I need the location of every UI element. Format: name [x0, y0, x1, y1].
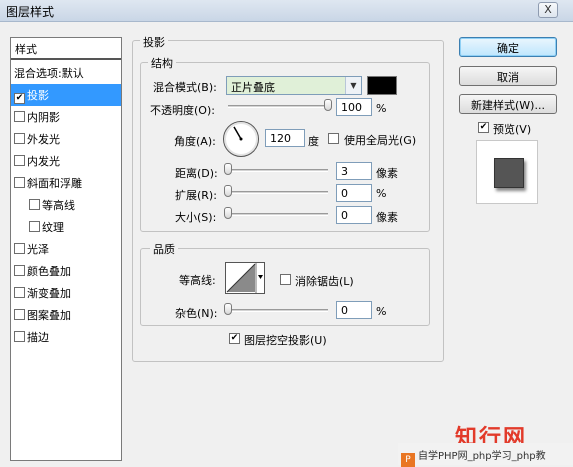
window-title: 图层样式 [6, 5, 55, 19]
style-list-item[interactable]: 外发光 [11, 128, 121, 150]
style-item-label: 投影 [27, 89, 49, 102]
distance-unit: 像素 [376, 167, 398, 180]
size-label: 大小(S): [175, 211, 217, 224]
anti-alias-label[interactable]: 消除锯齿(L) [295, 273, 354, 289]
style-list-item[interactable]: 描边 [11, 326, 121, 348]
close-button[interactable]: X [538, 2, 558, 18]
style-item-label: 渐变叠加 [27, 287, 71, 300]
style-item-label: 纹理 [42, 221, 64, 234]
style-checkbox[interactable] [14, 287, 25, 298]
noise-slider-thumb[interactable] [224, 303, 232, 315]
global-light-label[interactable]: 使用全局光(G) [344, 132, 416, 148]
style-list-item[interactable]: 图案叠加 [11, 304, 121, 326]
chevron-down-icon: ▼ [345, 77, 361, 94]
style-checkbox[interactable] [14, 331, 25, 342]
style-item-label: 斜面和浮雕 [27, 177, 82, 190]
opacity-unit: % [376, 102, 387, 115]
style-item-label: 描边 [27, 331, 49, 344]
style-list-item[interactable]: 渐变叠加 [11, 282, 121, 304]
angle-input[interactable]: 120 [265, 129, 305, 147]
style-checkbox[interactable] [29, 221, 40, 232]
spread-slider-thumb[interactable] [224, 185, 232, 197]
style-item-label: 混合选项:默认 [14, 67, 84, 80]
knockout-checkbox[interactable]: ✔ [229, 333, 240, 344]
blend-mode-value: 正片叠底 [231, 81, 275, 94]
angle-unit: 度 [308, 135, 319, 148]
knockout-label[interactable]: 图层挖空投影(U) [244, 332, 327, 348]
distance-label: 距离(D): [175, 167, 218, 180]
style-item-label: 光泽 [27, 243, 49, 256]
noise-slider[interactable] [228, 309, 328, 312]
watermark-site-text: 自学PHP网_php学习_php教 [418, 451, 546, 462]
style-list-header: 样式 [11, 38, 121, 60]
cancel-button[interactable]: 取消 [459, 66, 557, 86]
style-list-item[interactable]: 等高线 [11, 194, 121, 216]
style-list-item[interactable]: 光泽 [11, 238, 121, 260]
style-checkbox[interactable] [14, 265, 25, 276]
distance-slider[interactable] [228, 169, 328, 172]
style-list-item[interactable]: ✔ 投影 [11, 84, 121, 106]
style-item-label: 等高线 [42, 199, 75, 212]
anti-alias-checkbox[interactable] [280, 274, 291, 285]
blend-mode-select[interactable]: 正片叠底 ▼ [226, 76, 362, 95]
ok-button[interactable]: 确定 [459, 37, 557, 57]
contour-picker[interactable] [225, 262, 265, 294]
style-list-item[interactable]: 颜色叠加 [11, 260, 121, 282]
style-item-label: 内阴影 [27, 111, 60, 124]
opacity-label: 不透明度(O): [150, 104, 215, 117]
drop-shadow-title: 投影 [140, 34, 168, 50]
style-list-item[interactable]: 纹理 [11, 216, 121, 238]
noise-unit: % [376, 305, 387, 318]
style-list-item[interactable]: 内阴影 [11, 106, 121, 128]
style-checkbox[interactable] [14, 133, 25, 144]
angle-indicator-icon [233, 126, 243, 141]
new-style-button[interactable]: 新建样式(W)... [459, 94, 557, 114]
style-checkbox[interactable] [14, 243, 25, 254]
distance-input[interactable]: 3 [336, 162, 372, 180]
style-list-item[interactable]: 斜面和浮雕 [11, 172, 121, 194]
style-checkbox[interactable] [14, 155, 25, 166]
style-checkbox[interactable] [29, 199, 40, 210]
style-checkbox[interactable] [14, 177, 25, 188]
style-item-label: 颜色叠加 [27, 265, 71, 278]
linear-contour-icon [226, 263, 263, 293]
opacity-slider-thumb[interactable] [324, 99, 332, 111]
size-slider[interactable] [228, 213, 328, 216]
watermark-bar: P 自学PHP网_php学习_php教 [398, 443, 573, 467]
spread-label: 扩展(R): [175, 189, 217, 202]
style-checkbox[interactable] [14, 309, 25, 320]
spread-input[interactable]: 0 [336, 184, 372, 202]
noise-input[interactable]: 0 [336, 301, 372, 319]
opacity-slider[interactable] [228, 105, 328, 108]
angle-label: 角度(A): [174, 135, 216, 148]
preview-checkbox[interactable]: ✔ [478, 122, 489, 133]
spread-slider[interactable] [228, 191, 328, 194]
style-checkbox[interactable] [14, 111, 25, 122]
style-list: 样式 混合选项:默认 ✔ 投影内阴影外发光内发光斜面和浮雕等高线纹理光泽颜色叠加渐变… [10, 37, 122, 461]
blend-mode-label: 混合模式(B): [153, 81, 217, 94]
style-list-item[interactable]: 混合选项:默认 [11, 62, 121, 84]
size-unit: 像素 [376, 211, 398, 224]
structure-title: 结构 [148, 55, 176, 71]
opacity-input[interactable]: 100 [336, 98, 372, 116]
noise-label: 杂色(N): [175, 307, 218, 320]
style-item-label: 外发光 [27, 133, 60, 146]
style-checkbox[interactable]: ✔ [14, 93, 25, 104]
title-bar: 图层样式 X [0, 0, 573, 22]
preview-thumbnail [494, 158, 524, 188]
angle-dial[interactable] [223, 121, 259, 157]
style-list-item[interactable]: 内发光 [11, 150, 121, 172]
distance-slider-thumb[interactable] [224, 163, 232, 175]
shadow-color-swatch[interactable] [367, 76, 397, 95]
style-item-label: 内发光 [27, 155, 60, 168]
spread-unit: % [376, 187, 387, 200]
size-slider-thumb[interactable] [224, 207, 232, 219]
preview-label[interactable]: 预览(V) [493, 121, 531, 137]
quality-title: 品质 [150, 241, 178, 257]
style-item-label: 图案叠加 [27, 309, 71, 322]
size-input[interactable]: 0 [336, 206, 372, 224]
style-preview [476, 140, 538, 204]
contour-label: 等高线: [179, 274, 216, 287]
global-light-checkbox[interactable] [328, 133, 339, 144]
